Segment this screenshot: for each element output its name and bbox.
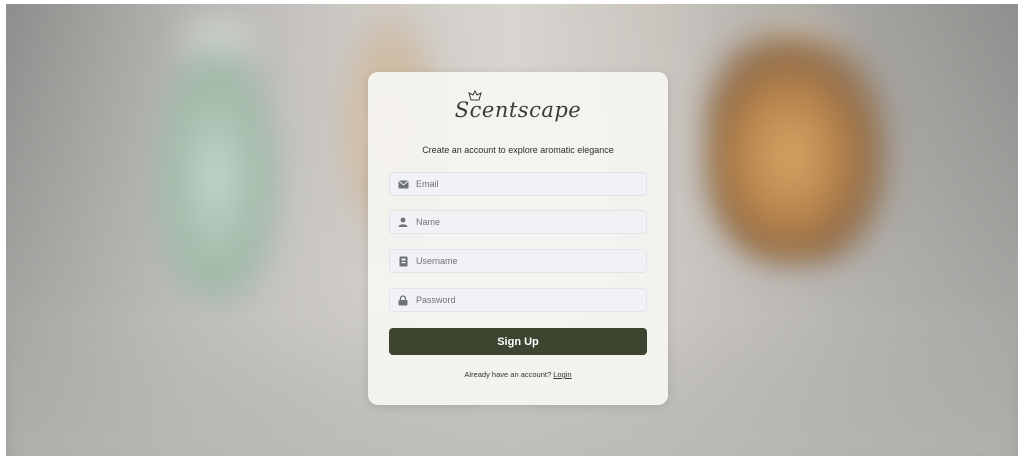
password-field [389, 288, 647, 312]
login-prompt-text: Already have an account? [464, 370, 552, 379]
login-prompt: Already have an account? Login [368, 370, 668, 379]
sign-up-button[interactable]: Sign Up [389, 328, 647, 355]
signup-card: Scentscape Create an account to explore … [368, 72, 668, 405]
form-subtitle: Create an account to explore aromatic el… [422, 145, 614, 155]
password-input[interactable] [416, 289, 646, 311]
username-field [389, 249, 647, 273]
email-input[interactable] [416, 173, 646, 195]
envelope-icon [390, 172, 416, 196]
username-input[interactable] [416, 250, 646, 272]
lock-icon [390, 288, 416, 312]
email-field [389, 172, 647, 196]
brand-logo: Scentscape [454, 98, 582, 122]
login-link[interactable]: Login [553, 370, 571, 379]
name-field [389, 210, 647, 234]
blurred-bottle-green [146, 24, 286, 304]
user-icon [390, 210, 416, 234]
name-input[interactable] [416, 211, 646, 233]
blurred-bottle-amber [706, 24, 891, 264]
id-card-icon [390, 249, 416, 273]
